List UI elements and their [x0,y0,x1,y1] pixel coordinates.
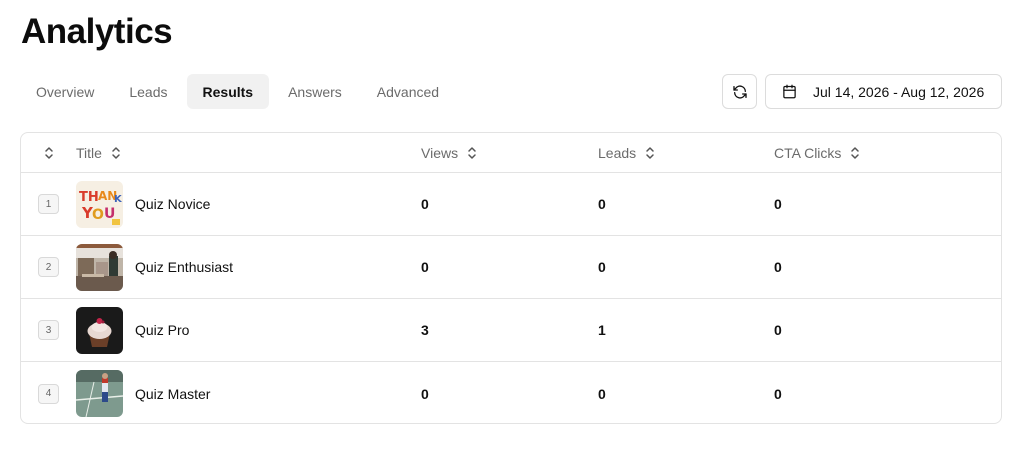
table-row[interactable]: 2 Quiz Enthusiast 0 0 0 [21,236,1001,299]
analytics-tabs: Overview Leads Results Answers Advanced [20,74,458,109]
date-range-picker[interactable]: Jul 14, 2026 - Aug 12, 2026 [765,74,1002,109]
row-leads: 1 [598,322,606,338]
page-title: Analytics [21,12,173,51]
sort-icon[interactable] [466,146,478,160]
calendar-icon [783,84,796,99]
row-cta-clicks: 0 [774,322,782,338]
row-title[interactable]: Quiz Master [135,386,210,402]
date-range-label: Jul 14, 2026 - Aug 12, 2026 [813,83,985,100]
row-leads: 0 [598,259,606,275]
tab-answers[interactable]: Answers [272,74,358,109]
column-header-title[interactable]: Title [76,145,102,161]
svg-text:K: K [114,194,123,205]
row-cta-clicks: 0 [774,385,782,402]
table-header: Title Views Leads CTA Clicks [21,133,1001,173]
tab-results[interactable]: Results [186,74,270,109]
cupcake-image [76,306,123,354]
tab-leads[interactable]: Leads [113,74,183,109]
row-leads: 0 [598,385,606,402]
row-cta-clicks: 0 [774,196,782,212]
tennis-court-image [76,370,123,417]
row-views: 3 [421,322,429,338]
row-index-badge: 4 [38,383,59,404]
table-row[interactable]: 4 Quiz Master 0 0 0 [21,362,1001,423]
row-views: 0 [421,259,429,275]
table-row[interactable]: 3 Quiz Pro 3 1 0 [21,299,1001,362]
svg-text:O: O [92,207,104,223]
row-leads: 0 [598,196,606,212]
row-title[interactable]: Quiz Pro [135,322,189,338]
column-header-views[interactable]: Views [421,145,458,161]
row-title[interactable]: Quiz Novice [135,196,210,212]
refresh-icon [732,84,747,99]
refresh-button[interactable] [722,74,757,109]
row-index-badge: 1 [38,194,59,214]
row-index-badge: 2 [38,257,59,277]
sort-icon[interactable] [110,146,122,160]
thank-you-image: TH AN K Y O U [76,180,123,228]
row-cta-clicks: 0 [774,259,782,275]
column-header-leads[interactable]: Leads [598,145,636,161]
column-header-cta-clicks[interactable]: CTA Clicks [774,145,841,161]
svg-text:TH: TH [79,190,99,205]
row-index-badge: 3 [38,320,59,340]
row-title[interactable]: Quiz Enthusiast [135,259,233,275]
sort-icon[interactable] [43,146,55,160]
row-views: 0 [421,385,429,402]
cafe-image [76,243,123,291]
sort-icon[interactable] [644,146,656,160]
tab-overview[interactable]: Overview [20,74,110,109]
sort-icon[interactable] [849,146,861,160]
results-table: Title Views Leads CTA Clicks 1 TH AN K Y… [20,132,1002,424]
tab-advanced[interactable]: Advanced [361,74,455,109]
row-views: 0 [421,196,429,212]
table-row[interactable]: 1 TH AN K Y O U Quiz Novice 0 0 0 [21,173,1001,236]
